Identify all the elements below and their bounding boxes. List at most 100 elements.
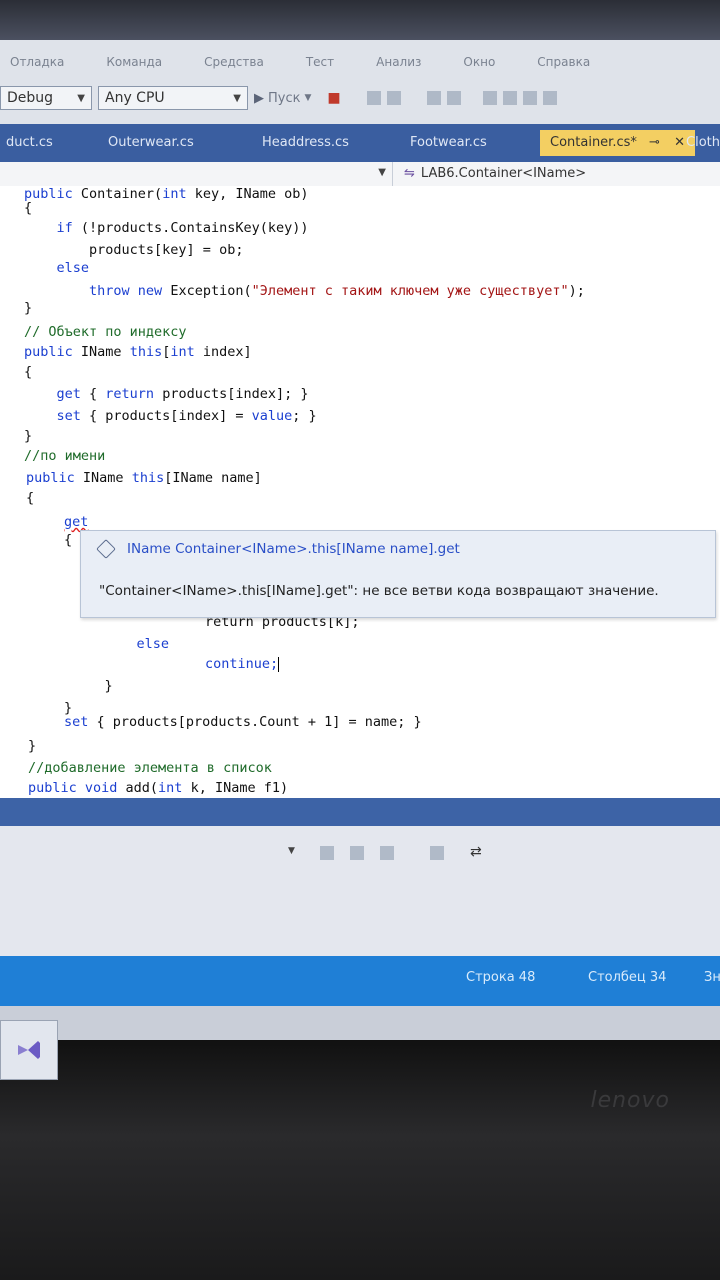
bookmark-icon[interactable] xyxy=(482,91,497,105)
toolbar-icon[interactable] xyxy=(426,91,441,105)
toolbar-icon[interactable] xyxy=(320,846,334,860)
platform-value: Any CPU xyxy=(105,90,165,106)
code-comment: // Объект по индексу xyxy=(24,324,187,340)
code-line: } xyxy=(24,428,33,444)
member-dropdown[interactable]: ⇋ LAB6.Container<IName> xyxy=(404,162,586,186)
menu-help[interactable]: Справка xyxy=(537,55,590,69)
chevron-down-icon: ▼ xyxy=(304,93,312,103)
toolbar-icon[interactable] xyxy=(386,91,401,105)
config-select[interactable]: Debug ▼ xyxy=(0,86,92,110)
continue-keyword: continue; xyxy=(140,656,279,672)
toolbar-icon[interactable] xyxy=(366,91,381,105)
output-panel: ▼ ⇄ xyxy=(0,798,720,956)
code-comment: //по имени xyxy=(24,448,106,464)
visual-studio-logo xyxy=(18,1041,40,1059)
brand-logo: lenovo xyxy=(590,1088,670,1113)
toolbar-icon[interactable] xyxy=(380,846,394,860)
start-label: Пуск xyxy=(268,90,301,106)
code-line: } xyxy=(24,300,33,316)
menu-debug[interactable]: Отладка xyxy=(10,55,64,69)
visual-studio-icon[interactable] xyxy=(0,1020,58,1080)
status-line: Строка 48 xyxy=(466,970,536,985)
tab-container[interactable]: Container.cs* ⊸ ✕ xyxy=(540,130,695,156)
code-comment: //добавление элемента в список xyxy=(28,760,272,776)
code-line: get { return products[index]; } xyxy=(56,386,309,402)
code-line: products[key] = ob; xyxy=(24,242,244,258)
tooltip-signature-row: IName Container<IName>.this[IName name].… xyxy=(96,539,460,559)
status-bar: Строка 48 Столбец 34 Зн xyxy=(0,956,720,1006)
menu-bar: Отладка Команда Средства Тест Анализ Окн… xyxy=(0,48,720,76)
breakpoint-icon[interactable]: ■ xyxy=(327,90,340,106)
menu-test[interactable]: Тест xyxy=(306,55,334,69)
property-icon xyxy=(96,539,116,559)
code-line: { xyxy=(24,200,33,216)
tab-label: Headdress.cs xyxy=(262,135,349,150)
output-toolbar: ▼ ⇄ xyxy=(0,838,720,868)
text-caret xyxy=(278,656,280,672)
tab-product[interactable]: duct.cs xyxy=(0,130,63,156)
tab-footwear[interactable]: Footwear.cs xyxy=(400,130,497,156)
menu-tools[interactable]: Средства xyxy=(204,55,264,69)
code-line-error[interactable]: get xyxy=(64,514,88,530)
code-line: { xyxy=(24,364,33,380)
code-line: throw new Exception("Элемент с таким клю… xyxy=(89,283,585,299)
menu-window[interactable]: Окно xyxy=(463,55,495,69)
chevron-down-icon: ▼ xyxy=(233,92,241,104)
config-value: Debug xyxy=(7,90,54,106)
status-column: Столбец 34 xyxy=(588,970,667,985)
toolbar-icon[interactable] xyxy=(430,846,444,860)
pin-icon[interactable]: ⊸ xyxy=(649,135,660,150)
document-tabs: duct.cs Outerwear.cs Headdress.cs Footwe… xyxy=(0,124,720,162)
taskbar xyxy=(0,1006,720,1040)
code-line: public void add(int k, IName f1) xyxy=(28,780,289,796)
code-line: if (!products.ContainsKey(key)) xyxy=(56,220,309,236)
menu-team[interactable]: Команда xyxy=(106,55,162,69)
tooltip-signature: IName Container<IName>.this[IName name].… xyxy=(127,541,460,557)
code-editor[interactable]: public Container(int key, IName ob) { if… xyxy=(0,186,720,798)
tab-clothes[interactable]: Cloth xyxy=(676,130,720,156)
toolbar: Debug ▼ Any CPU ▼ ▶ Пуск ▼ ■ xyxy=(0,80,720,116)
tab-label: Outerwear.cs xyxy=(108,135,194,150)
top-band xyxy=(0,0,720,40)
toolbar-icon[interactable] xyxy=(350,846,364,860)
code-line: } xyxy=(28,738,37,754)
error-tooltip: IName Container<IName>.this[IName name].… xyxy=(80,530,716,618)
tab-label: Cloth xyxy=(686,135,720,150)
code-line: { xyxy=(26,490,35,506)
toolbar-icon[interactable] xyxy=(502,91,517,105)
code-line: else xyxy=(24,260,90,276)
monitor-bezel xyxy=(0,1040,720,1280)
code-line: set { products[products.Count + 1] = nam… xyxy=(64,714,422,730)
tab-outerwear[interactable]: Outerwear.cs xyxy=(98,130,204,156)
platform-select[interactable]: Any CPU ▼ xyxy=(98,86,248,110)
status-extra: Зн xyxy=(704,970,720,985)
toolbar-icon[interactable] xyxy=(446,91,461,105)
tab-label: Footwear.cs xyxy=(410,135,487,150)
code-line: set { products[index] = value; } xyxy=(56,408,317,424)
start-button[interactable]: ▶ Пуск ▼ xyxy=(254,91,311,106)
code-line: public IName this[int index] xyxy=(24,344,252,360)
toolbar-icon[interactable] xyxy=(522,91,537,105)
menu-analyze[interactable]: Анализ xyxy=(376,55,421,69)
word-wrap-icon[interactable]: ⇄ xyxy=(470,844,482,860)
code-line: public IName this[IName name] xyxy=(26,470,262,486)
chevron-down-icon: ▼ xyxy=(77,92,85,104)
tooltip-message: "Container<IName>.this[IName].get": не в… xyxy=(99,583,659,599)
navigation-bar: ▼ ⇋ LAB6.Container<IName> xyxy=(0,162,720,187)
member-label: LAB6.Container<IName> xyxy=(420,166,587,181)
type-dropdown[interactable]: ▼ xyxy=(0,162,393,186)
class-icon: ⇋ xyxy=(404,166,415,181)
code-line: else xyxy=(104,636,170,652)
code-line: { xyxy=(64,532,73,548)
toolbar-icon[interactable] xyxy=(542,91,557,105)
code-line: } xyxy=(72,678,113,694)
play-icon: ▶ xyxy=(254,90,264,106)
chevron-down-icon[interactable]: ▼ xyxy=(288,846,295,856)
chevron-down-icon: ▼ xyxy=(378,167,386,178)
code-line: continue; xyxy=(140,656,280,672)
tab-label: duct.cs xyxy=(6,135,53,150)
tab-headdress[interactable]: Headdress.cs xyxy=(252,130,359,156)
output-header xyxy=(0,798,720,826)
code-line: public Container(int key, IName ob) xyxy=(24,186,309,202)
tab-label: Container.cs* xyxy=(550,135,637,150)
